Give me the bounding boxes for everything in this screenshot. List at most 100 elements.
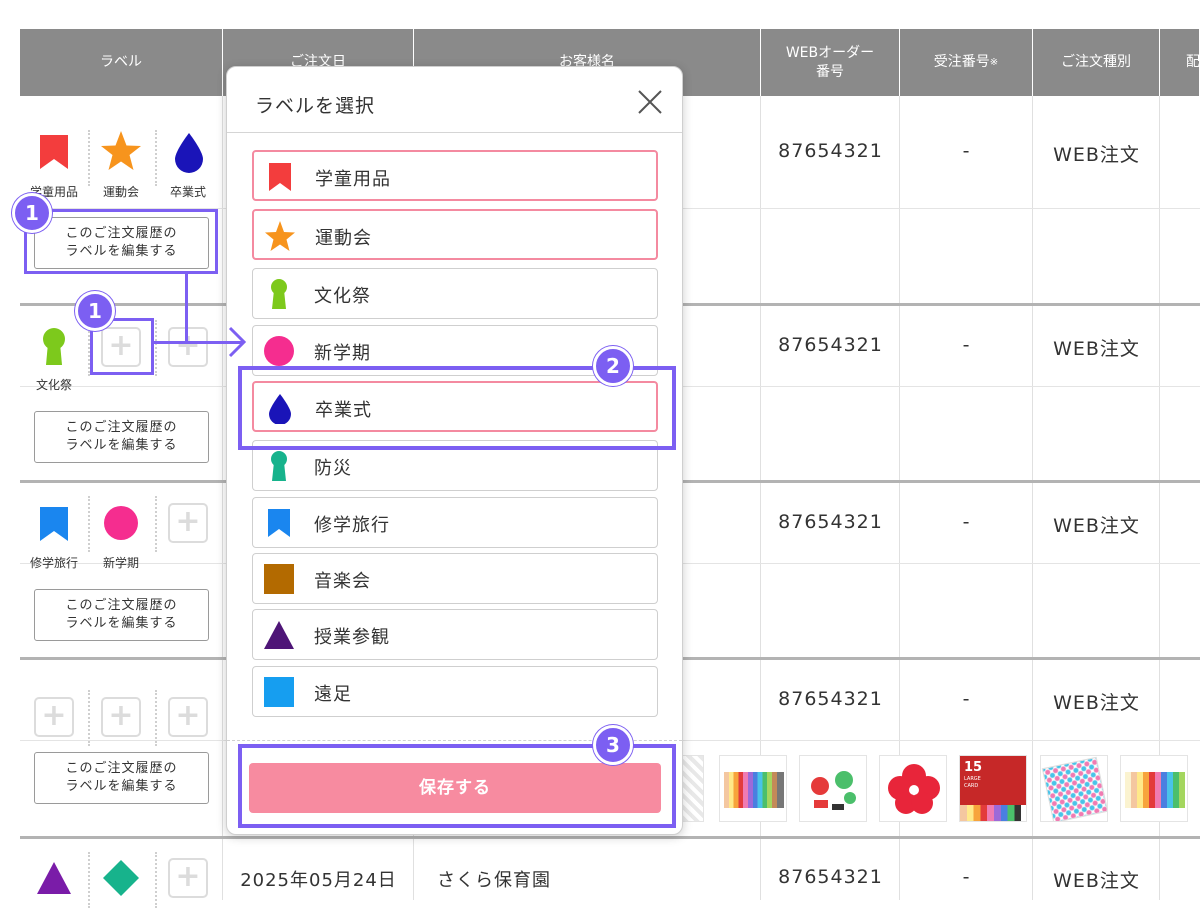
product-thumbnail[interactable] (1120, 755, 1188, 822)
triangle-icon (264, 621, 294, 649)
label-option-text: 運動会 (315, 228, 372, 249)
close-icon[interactable] (637, 89, 663, 115)
edit-label-button[interactable]: このご注文履歴の ラベルを編集する (34, 411, 209, 463)
label-divider (88, 690, 90, 746)
product-thumbnail[interactable] (719, 755, 787, 822)
product-thumbnail[interactable] (799, 755, 867, 822)
label-option-text: 遠足 (314, 684, 352, 705)
annotation-connector (185, 274, 188, 342)
label-option-text: 新学期 (314, 343, 371, 364)
web-order-number: 87654321 (778, 866, 883, 888)
label-text: 文化祭 (35, 378, 72, 392)
product-thumbnail[interactable] (1040, 755, 1108, 822)
header-order-number-text: 受注番号 (933, 54, 990, 71)
step-badge-1: 1 (12, 193, 52, 233)
add-label-button[interactable]: + (101, 697, 141, 737)
add-label-button[interactable]: + (168, 697, 208, 737)
add-label-button[interactable]: + (34, 697, 74, 737)
web-order-number: 87654321 (778, 688, 883, 710)
label-option-text: 授業参観 (314, 627, 390, 648)
flower-cutout-image (888, 764, 940, 814)
row-separator (20, 836, 1200, 839)
arrow-icon (228, 326, 247, 358)
web-order-number: 87654321 (778, 140, 883, 162)
modal-title: ラベルを選択 (255, 95, 376, 117)
label-divider (155, 130, 157, 186)
label-option[interactable]: 修学旅行 (252, 497, 658, 548)
pin-icon (43, 328, 65, 365)
order-type: WEB注文 (1053, 515, 1140, 537)
order-type: WEB注文 (1053, 692, 1140, 714)
label-option-text: 防災 (314, 458, 352, 479)
header-order-type: ご注文種別 (1033, 29, 1160, 96)
add-label-button[interactable]: + (168, 858, 208, 898)
header-delivery: 配 (1160, 29, 1200, 96)
square-icon (264, 677, 294, 707)
label-option[interactable]: 学童用品 (252, 150, 658, 201)
triangle-icon (37, 862, 71, 894)
header-order-number: 受注番号 ※ (900, 29, 1033, 96)
label-divider (88, 130, 90, 186)
header-web-order-line2: 番号 (816, 63, 844, 80)
order-date: 2025年05月24日 (240, 870, 397, 891)
customer-name: さくら保育園 (437, 870, 551, 891)
order-type: WEB注文 (1053, 338, 1140, 360)
order-type: WEB注文 (1053, 870, 1140, 892)
add-label-button[interactable]: + (168, 327, 208, 367)
label-text: 修学旅行 (29, 556, 78, 570)
col-line (222, 96, 223, 900)
label-text: 卒業式 (169, 185, 206, 199)
header-label: ラベル (20, 29, 223, 96)
pin-icon (271, 451, 287, 481)
label-divider (155, 496, 157, 552)
label-option[interactable]: 文化祭 (252, 268, 658, 319)
web-order-number: 87654321 (778, 334, 883, 356)
paper-stack-image (1125, 772, 1185, 808)
edit-label-line2: ラベルを編集する (65, 779, 178, 794)
label-option[interactable]: 運動会 (252, 209, 658, 260)
label-text: 運動会 (102, 185, 139, 199)
edit-label-button[interactable]: このご注文履歴の ラベルを編集する (34, 752, 209, 804)
modal-header-divider (227, 132, 682, 133)
step-badge-3: 3 (593, 725, 633, 765)
label-option[interactable]: 音楽会 (252, 553, 658, 604)
thumb-label-large: LARGE (964, 776, 981, 782)
label-divider (155, 320, 157, 376)
label-option[interactable]: 授業参観 (252, 609, 658, 660)
star-icon (265, 221, 295, 251)
label-option-text: 修学旅行 (314, 515, 390, 536)
bookmark-icon (40, 507, 68, 541)
label-option-text: 学童用品 (315, 169, 391, 190)
color-strip-image (960, 805, 1026, 821)
star-icon (101, 131, 141, 170)
label-option[interactable]: 遠足 (252, 666, 658, 717)
order-number: - (962, 866, 971, 888)
edit-label-line1: このご注文履歴の (65, 598, 178, 613)
product-thumbnail[interactable] (879, 755, 947, 822)
header-note-mark: ※ (989, 56, 999, 68)
product-thumbnail[interactable]: 15 LARGE CARD (959, 755, 1027, 822)
edit-label-line2: ラベルを編集する (65, 438, 178, 453)
bookmark-icon (40, 135, 68, 169)
add-label-button[interactable]: + (168, 503, 208, 543)
product-thumbnail[interactable] (682, 755, 704, 822)
header-web-order-line1: WEBオーダー (785, 44, 875, 61)
cutout-shapes-image (811, 771, 856, 810)
thumb-label-card: CARD (964, 783, 979, 789)
step-badge-2: 2 (593, 346, 633, 386)
bookmark-icon (268, 509, 290, 537)
thumb-number: 15 (964, 760, 983, 775)
bookmark-icon (269, 163, 291, 191)
edit-label-line1: このご注文履歴の (65, 420, 178, 435)
order-number: - (962, 688, 971, 710)
square-icon (264, 564, 294, 594)
edit-label-button[interactable]: このご注文履歴の ラベルを編集する (34, 589, 209, 641)
web-order-number: 87654321 (778, 511, 883, 533)
pin-icon (271, 279, 287, 309)
col-line (1032, 96, 1033, 900)
label-option-text: 文化祭 (314, 286, 371, 307)
order-number: - (962, 140, 971, 162)
label-select-modal: ラベルを選択 学童用品 運動会 文化祭 新学期 卒業式 防災 修学旅行 音楽会 … (226, 66, 683, 835)
drop-icon (175, 133, 203, 173)
order-number: - (962, 511, 971, 533)
